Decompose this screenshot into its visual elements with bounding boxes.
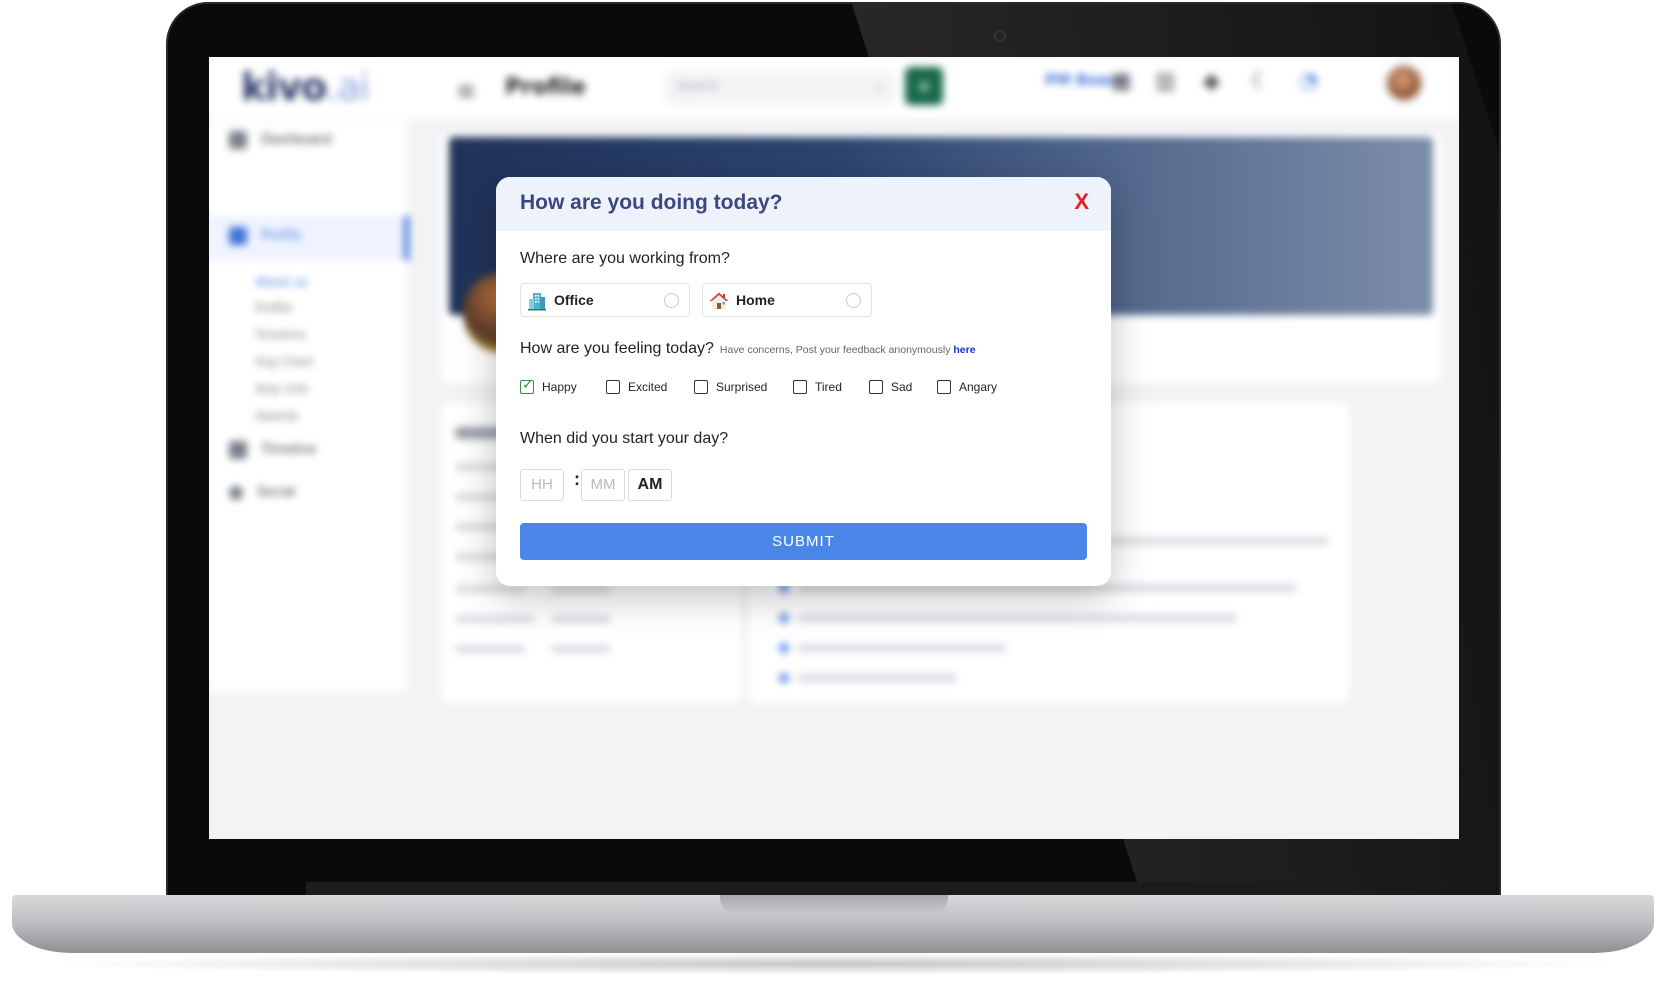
placeholder-line bbox=[551, 615, 611, 623]
office-radio[interactable] bbox=[664, 293, 679, 308]
start-time-question: When did you start your day? bbox=[520, 430, 729, 447]
office-building-icon bbox=[528, 293, 546, 311]
dashboard-icon bbox=[229, 131, 247, 149]
check-icon: ✓ bbox=[522, 377, 534, 393]
bullet-dot bbox=[779, 673, 789, 683]
placeholder-line bbox=[797, 674, 957, 682]
placeholder-line bbox=[551, 585, 611, 593]
location-option-home[interactable]: Home bbox=[702, 283, 872, 317]
placeholder-line bbox=[551, 645, 611, 653]
mood-survey-modal: How are you doing today? X Where are you… bbox=[496, 177, 1111, 586]
submit-button[interactable]: SUBMIT bbox=[520, 523, 1087, 560]
angary-checkbox[interactable] bbox=[937, 380, 951, 394]
sidebar-item-label: Dashboard bbox=[261, 132, 332, 148]
search-placeholder: Search bbox=[677, 79, 719, 93]
social-icon bbox=[229, 485, 243, 500]
location-label: Home bbox=[736, 292, 775, 308]
sidebar-item-label: Timeline bbox=[261, 442, 317, 458]
sidebar-item-timeline[interactable]: Timeline bbox=[229, 441, 316, 463]
brand-logo[interactable]: kivo.ai bbox=[241, 65, 370, 109]
mood-label: Tired bbox=[815, 380, 842, 394]
sidebar: Dashboard Profile About us Profile Timel… bbox=[209, 121, 409, 691]
feedback-hint-text: Have concerns, Post your feedback anonym… bbox=[719, 344, 951, 356]
surprised-checkbox[interactable] bbox=[694, 380, 708, 394]
logo-suffix: .ai bbox=[326, 65, 370, 109]
location-option-office[interactable]: Office bbox=[520, 283, 690, 317]
meridiem-select[interactable]: AM bbox=[628, 469, 672, 501]
timeline-icon bbox=[229, 441, 247, 459]
sidebar-subitem-awards[interactable]: Awards bbox=[255, 409, 298, 423]
time-separator: : bbox=[574, 469, 580, 489]
mood-label: Happy bbox=[542, 380, 577, 394]
sidebar-subitem-profile[interactable]: Profile bbox=[255, 301, 292, 315]
house-icon bbox=[709, 292, 729, 309]
sidebar-item-dashboard[interactable]: Dashboard bbox=[229, 131, 332, 153]
hamburger-menu-icon[interactable]: ≡ bbox=[456, 77, 476, 105]
modal-title: How are you doing today? bbox=[520, 191, 783, 214]
sad-checkbox[interactable] bbox=[869, 380, 883, 394]
minute-input[interactable]: MM bbox=[581, 469, 625, 501]
search-icon: ⌕ bbox=[874, 77, 883, 96]
mood-label: Surprised bbox=[716, 380, 768, 394]
avatar[interactable] bbox=[1384, 63, 1424, 103]
placeholder-line bbox=[455, 645, 525, 653]
bullet-dot bbox=[779, 643, 789, 653]
feeling-question-text: How are you feeling today? bbox=[520, 340, 714, 357]
location-label: Office bbox=[554, 292, 594, 308]
sidebar-item-label: Profile bbox=[261, 228, 302, 244]
placeholder-line bbox=[455, 615, 535, 623]
home-radio[interactable] bbox=[846, 293, 861, 308]
bell-icon[interactable]: ◔ bbox=[1299, 69, 1318, 94]
excited-checkbox[interactable] bbox=[606, 380, 620, 394]
laptop-notch bbox=[720, 895, 948, 915]
sidebar-item-social[interactable]: Social bbox=[229, 485, 296, 507]
placeholder-line bbox=[455, 585, 525, 593]
close-button[interactable]: X bbox=[1074, 189, 1089, 215]
feeling-question: How are you feeling today? Have concerns,… bbox=[520, 340, 976, 358]
placeholder-line bbox=[1109, 537, 1329, 545]
mood-label: Sad bbox=[891, 380, 913, 394]
logo-main: kivo bbox=[241, 65, 327, 109]
mood-label: Excited bbox=[628, 380, 668, 394]
anonymous-feedback-link[interactable]: here bbox=[953, 344, 975, 356]
flag-icon bbox=[229, 227, 247, 245]
hour-input[interactable]: HH bbox=[520, 469, 564, 501]
search-input[interactable]: Search ⌕ bbox=[665, 71, 895, 105]
camera-icon bbox=[994, 30, 1006, 42]
happy-checkbox[interactable]: ✓ bbox=[520, 377, 534, 394]
add-button[interactable]: + bbox=[905, 67, 943, 105]
tag-icon[interactable]: ◆ bbox=[1203, 69, 1220, 94]
sidebar-item-label: Social bbox=[257, 485, 296, 500]
laptop-hinge bbox=[306, 882, 1358, 896]
chart-icon[interactable]: ▥ bbox=[1155, 69, 1176, 94]
page-title: Profile bbox=[505, 75, 586, 100]
bullet-dot bbox=[779, 613, 789, 623]
sidebar-item-profile[interactable]: Profile bbox=[229, 227, 301, 249]
placeholder-line bbox=[797, 644, 1007, 652]
sidebar-subitem-timeline[interactable]: Timeline bbox=[255, 328, 306, 342]
tired-checkbox[interactable] bbox=[793, 380, 807, 394]
laptop-shadow bbox=[40, 953, 1626, 975]
sidebar-subitem-org-chart[interactable]: Org Chart bbox=[255, 355, 314, 369]
mood-label: Angary bbox=[959, 380, 998, 394]
top-navbar: kivo.ai ≡ Profile Search ⌕ + PM Board ▦ … bbox=[209, 57, 1459, 121]
grid-icon[interactable]: ▦ bbox=[1111, 69, 1132, 94]
modal-header: How are you doing today? X bbox=[496, 177, 1111, 231]
location-question: Where are you working from? bbox=[520, 250, 730, 267]
feedback-hint: Have concerns, Post your feedback anonym… bbox=[720, 344, 976, 356]
sidebar-subitem-stay-info[interactable]: Stay Info bbox=[255, 382, 308, 396]
moon-icon[interactable]: ☾ bbox=[1251, 69, 1271, 94]
sidebar-subitem-about[interactable]: About us bbox=[255, 275, 308, 289]
placeholder-line bbox=[797, 614, 1237, 622]
